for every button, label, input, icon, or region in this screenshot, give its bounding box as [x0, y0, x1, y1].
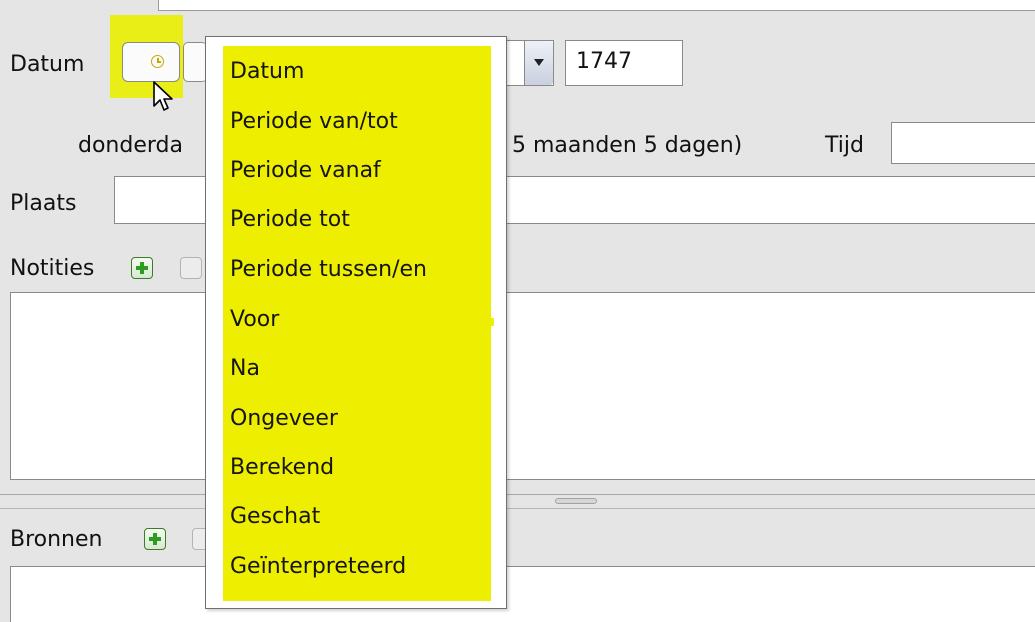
menu-item-datum[interactable]: Datum — [230, 52, 304, 92]
datum-label: Datum — [10, 52, 85, 77]
menu-item-geschat[interactable]: Geschat — [230, 497, 320, 537]
notes-label: Notities — [10, 256, 95, 281]
popup-highlight-nub — [488, 318, 494, 326]
menu-item-geinterpreteerd[interactable]: Geïnterpreteerd — [230, 547, 406, 587]
weekday-text: donderda — [78, 133, 183, 158]
time-input[interactable] — [891, 122, 1035, 164]
refresh-notes-icon[interactable] — [180, 257, 202, 279]
menu-item-periode-vanaf[interactable]: Periode vanaf — [230, 151, 381, 191]
clock-icon — [151, 55, 164, 68]
split-divider — [0, 494, 1035, 495]
menu-item-periode-van-tot[interactable]: Periode van/tot — [230, 102, 398, 142]
duration-text: 5 maanden 5 dagen) — [512, 133, 743, 158]
notes-textarea[interactable] — [10, 292, 1035, 480]
chevron-down-icon[interactable] — [524, 41, 553, 85]
split-handle[interactable] — [555, 498, 597, 504]
top-text-field[interactable] — [158, 0, 1035, 11]
add-note-icon[interactable] — [131, 257, 153, 279]
sources-list[interactable] — [10, 566, 1035, 622]
menu-item-voor[interactable]: Voor — [230, 300, 279, 340]
date-field-button[interactable] — [183, 42, 207, 82]
split-divider-lower — [0, 508, 1035, 509]
sources-label: Bronnen — [10, 527, 103, 552]
menu-item-berekend[interactable]: Berekend — [230, 448, 334, 488]
year-input[interactable]: 1747 — [565, 40, 683, 86]
menu-item-ongeveer[interactable]: Ongeveer — [230, 399, 338, 439]
menu-item-na[interactable]: Na — [230, 349, 260, 389]
time-label: Tijd — [825, 133, 864, 158]
place-label: Plaats — [10, 191, 77, 216]
menu-item-periode-tussen-en[interactable]: Periode tussen/en — [230, 250, 427, 290]
menu-item-periode-tot[interactable]: Periode tot — [230, 200, 350, 240]
add-source-icon[interactable] — [144, 528, 166, 550]
mouse-cursor-icon — [153, 81, 173, 111]
